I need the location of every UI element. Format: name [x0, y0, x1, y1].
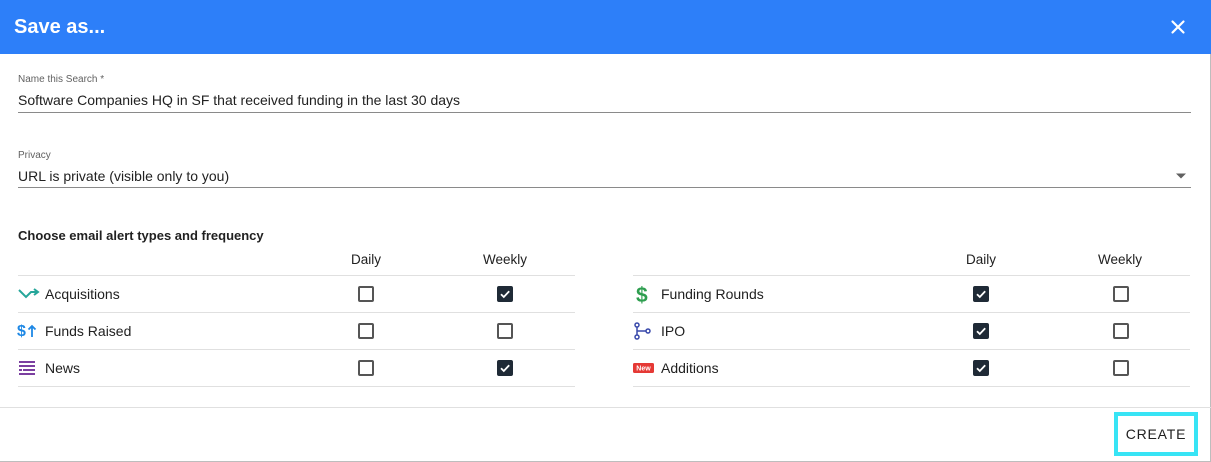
alert-label: News	[45, 360, 81, 376]
create-button[interactable]: CREATE	[1114, 412, 1198, 456]
dollar-icon: $	[636, 283, 652, 305]
alert-label: Funding Rounds	[661, 286, 764, 302]
name-field-label: Name this Search *	[18, 74, 105, 85]
news-weekly-checkbox[interactable]	[497, 360, 513, 376]
new-badge-text: New	[636, 366, 651, 373]
save-as-dialog: Save as... Name this Search * Software C…	[0, 0, 1211, 462]
left-col-weekly-header: Weekly	[482, 252, 527, 267]
right-col-weekly-header: Weekly	[1097, 252, 1142, 267]
dialog-header: Save as...	[0, 0, 1211, 54]
footer-divider	[0, 407, 1211, 408]
alerts-section-title: Choose email alert types and frequency	[18, 228, 264, 243]
svg-text:$: $	[17, 323, 26, 339]
name-input[interactable]: Software Companies HQ in SF that receive…	[18, 91, 460, 109]
funding-rounds-weekly-checkbox[interactable]	[1113, 286, 1129, 302]
privacy-field-label: Privacy	[18, 150, 51, 161]
left-col-daily-header: Daily	[350, 252, 381, 267]
news-icon	[18, 359, 40, 377]
close-button[interactable]	[1164, 13, 1192, 41]
acquisitions-daily-checkbox[interactable]	[358, 286, 374, 302]
news-daily-checkbox[interactable]	[358, 360, 374, 376]
new-badge-icon: New	[633, 363, 654, 373]
ipo-daily-checkbox[interactable]	[973, 323, 989, 339]
alert-label: IPO	[661, 323, 686, 339]
funds-raised-daily-checkbox[interactable]	[358, 323, 374, 339]
ipo-icon	[633, 322, 655, 340]
right-table-divider	[633, 386, 1190, 387]
left-table-divider	[18, 312, 575, 313]
left-table-divider	[18, 386, 575, 387]
acquisitions-arrow-icon	[18, 285, 40, 303]
acquisitions-weekly-checkbox[interactable]	[497, 286, 513, 302]
ipo-weekly-checkbox[interactable]	[1113, 323, 1129, 339]
close-icon	[1171, 20, 1185, 34]
left-table-divider	[18, 349, 575, 350]
right-table-divider	[633, 349, 1190, 350]
funds-raised-weekly-checkbox[interactable]	[497, 323, 513, 339]
dialog-title: Save as...	[14, 16, 106, 38]
chevron-down-icon[interactable]	[1175, 172, 1187, 180]
alert-label: Acquisitions	[45, 286, 120, 302]
name-input-underline	[18, 112, 1191, 113]
right-table-divider	[633, 275, 1190, 276]
right-table-divider	[633, 312, 1190, 313]
privacy-select-underline	[18, 187, 1191, 188]
left-table-divider	[18, 275, 575, 276]
alert-label: Additions	[661, 360, 719, 376]
privacy-select[interactable]: URL is private (visible only to you)	[18, 167, 1191, 185]
funds-raised-dollar-icon: $	[17, 321, 39, 339]
additions-daily-checkbox[interactable]	[973, 360, 989, 376]
additions-weekly-checkbox[interactable]	[1113, 360, 1129, 376]
right-col-daily-header: Daily	[965, 252, 996, 267]
svg-text:$: $	[636, 284, 648, 305]
funding-rounds-daily-checkbox[interactable]	[973, 286, 989, 302]
alert-label: Funds Raised	[45, 323, 132, 339]
